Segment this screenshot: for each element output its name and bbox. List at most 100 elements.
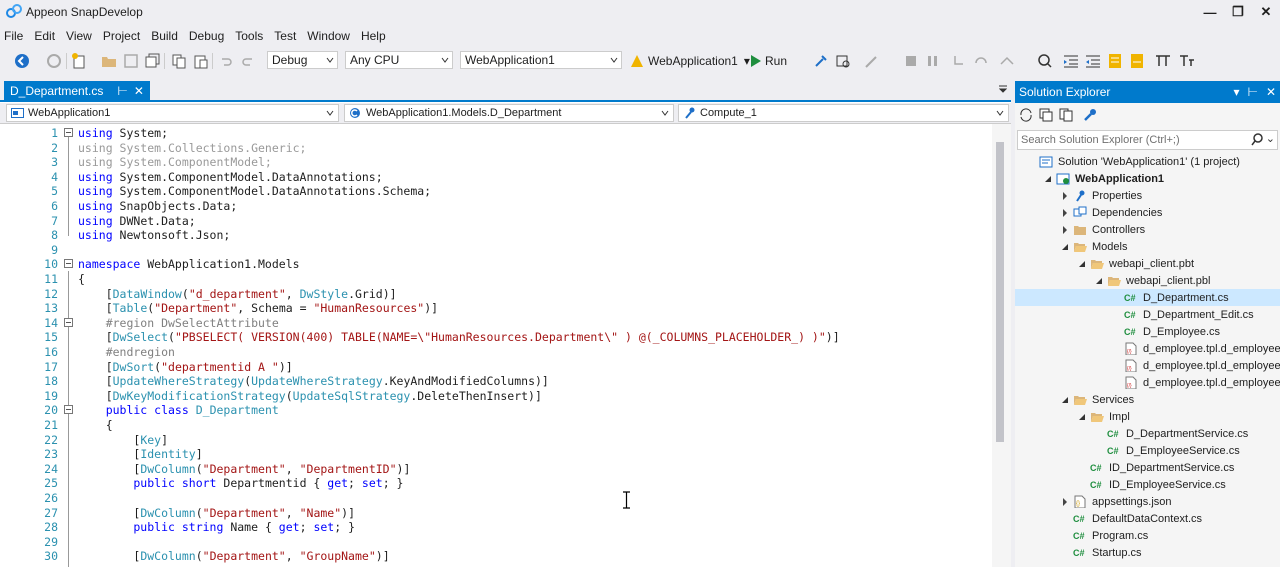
chevron-down-icon[interactable]: ⌄ — [1266, 132, 1275, 145]
code-line[interactable]: 1 using System; — [0, 126, 990, 141]
tree-node[interactable]: C# D_DepartmentService.cs — [1015, 425, 1280, 442]
expanded-arrow-icon[interactable] — [1078, 413, 1086, 421]
pause-icon[interactable] — [924, 51, 942, 71]
step-into-icon[interactable] — [950, 51, 968, 71]
code-line[interactable]: 17 [DwSort("departmentid A ")] — [0, 360, 990, 375]
code-line[interactable]: 9 — [0, 243, 990, 258]
undo-icon[interactable] — [218, 51, 234, 71]
tree-node[interactable]: webapi_client.pbt — [1015, 255, 1280, 272]
forward-icon[interactable] — [45, 51, 63, 71]
code-line[interactable]: 14 #region DwSelectAttribute — [0, 316, 990, 331]
comment-icon[interactable] — [1106, 51, 1124, 71]
outdent-icon[interactable] — [1062, 51, 1080, 71]
code-line[interactable]: 8 using Newtonsoft.Json; — [0, 228, 990, 243]
breakpoint-icon[interactable] — [1036, 51, 1054, 71]
build-icon[interactable] — [812, 51, 830, 71]
menu-edit[interactable]: Edit — [30, 26, 59, 46]
menu-test[interactable]: Test — [270, 26, 300, 46]
close-icon[interactable]: ✕ — [1266, 85, 1276, 99]
tree-node[interactable]: Impl — [1015, 408, 1280, 425]
code-line[interactable]: 30 [DwColumn("Department", "GroupName")] — [0, 549, 990, 564]
tab-overflow-icon[interactable] — [999, 85, 1007, 93]
tab-d-department[interactable]: D_Department.cs ⊢ ✕ — [4, 81, 150, 100]
configuration-select[interactable]: Debug — [267, 51, 338, 69]
collapsed-arrow-icon[interactable] — [1061, 192, 1069, 200]
project-select[interactable]: WebApplication1 — [460, 51, 622, 69]
close-icon[interactable]: ✕ — [1252, 0, 1280, 24]
paste-icon[interactable] — [192, 51, 210, 71]
tree-node[interactable]: C# ID_EmployeeService.cs — [1015, 476, 1280, 493]
collapse-icon[interactable] — [64, 405, 73, 415]
code-line[interactable]: 18 [UpdateWhereStrategy(UpdateWhereStrat… — [0, 374, 990, 389]
pin-icon[interactable]: ⊢ — [1247, 85, 1257, 99]
expanded-arrow-icon[interactable] — [1044, 175, 1052, 183]
format-icon[interactable] — [1154, 51, 1172, 71]
pin-icon[interactable]: ⊢ — [117, 84, 127, 98]
debug-tools-icon[interactable] — [860, 51, 882, 71]
code-line[interactable]: 26 — [0, 491, 990, 506]
code-line[interactable]: 2 using System.Collections.Generic; — [0, 141, 990, 156]
code-line[interactable]: 13 [Table("Department", Schema = "HumanR… — [0, 301, 990, 316]
tree-node[interactable]: C# Program.cs — [1015, 527, 1280, 544]
code-line[interactable]: 28 public string Name { get; set; } — [0, 520, 990, 535]
code-line[interactable]: 24 [DwColumn("Department", "DepartmentID… — [0, 462, 990, 477]
tree-node[interactable]: Models — [1015, 238, 1280, 255]
menu-tools[interactable]: Tools — [231, 26, 267, 46]
sync-icon[interactable] — [1019, 108, 1033, 122]
project-nav-select[interactable]: WebApplication1 — [6, 104, 339, 122]
menu-build[interactable]: Build — [147, 26, 182, 46]
collapsed-arrow-icon[interactable] — [1061, 498, 1069, 506]
code-line[interactable]: 11 { — [0, 272, 990, 287]
tree-node[interactable]: WebApplication1 — [1015, 170, 1280, 187]
menu-debug[interactable]: Debug — [185, 26, 228, 46]
save-all-icon[interactable] — [144, 51, 162, 71]
tree-node[interactable]: C# Startup.cs — [1015, 544, 1280, 561]
tree-node[interactable]: {/} d_employee.tpl.d_employee_l — [1015, 374, 1280, 391]
collapse-icon[interactable] — [64, 259, 73, 269]
collapse-icon[interactable] — [64, 128, 73, 137]
menu-view[interactable]: View — [62, 26, 96, 46]
tree-node[interactable]: {} appsettings.json — [1015, 493, 1280, 510]
class-nav-select[interactable]: WebApplication1.Models.D_Department — [344, 104, 674, 122]
expanded-arrow-icon[interactable] — [1078, 260, 1086, 268]
tree-node[interactable]: C# D_EmployeeService.cs — [1015, 442, 1280, 459]
show-all-files-icon[interactable] — [1059, 108, 1073, 122]
expanded-arrow-icon[interactable] — [1061, 396, 1069, 404]
code-line[interactable]: 6 using SnapObjects.Data; — [0, 199, 990, 214]
run-button[interactable]: Run — [765, 51, 787, 71]
tree-node[interactable]: {/} d_employee.tpl.d_employee_a — [1015, 340, 1280, 357]
tree-node[interactable]: C# D_Employee.cs — [1015, 323, 1280, 340]
copy-icon[interactable] — [170, 51, 188, 71]
menu-project[interactable]: Project — [99, 26, 144, 46]
code-line[interactable]: 21 { — [0, 418, 990, 433]
tree-node[interactable]: C# D_Department_Edit.cs — [1015, 306, 1280, 323]
code-line[interactable]: 22 [Key] — [0, 433, 990, 448]
properties-wrench-icon[interactable] — [1083, 108, 1097, 122]
code-line[interactable]: 19 [DwKeyModificationStrategy(UpdateSqlS… — [0, 389, 990, 404]
tree-node[interactable]: {/} d_employee.tpl.d_employee_l — [1015, 357, 1280, 374]
collapse-all-icon[interactable] — [1039, 108, 1053, 122]
back-icon[interactable] — [12, 51, 32, 71]
member-nav-select[interactable]: Compute_1 — [678, 104, 1009, 122]
startup-project-button[interactable]: WebApplication1 ▾ — [648, 51, 750, 71]
tree-node[interactable]: webapi_client.pbl — [1015, 272, 1280, 289]
expanded-arrow-icon[interactable] — [1061, 243, 1069, 251]
menu-help[interactable]: Help — [357, 26, 390, 46]
tree-node[interactable]: C# ID_DepartmentService.cs — [1015, 459, 1280, 476]
redo-icon[interactable] — [240, 51, 256, 71]
tree-node[interactable]: Services — [1015, 391, 1280, 408]
dropdown-arrow-icon[interactable]: ▾ — [1233, 85, 1239, 99]
scrollbar-thumb[interactable] — [996, 142, 1004, 442]
new-project-icon[interactable] — [70, 51, 88, 71]
code-line[interactable]: 29 — [0, 535, 990, 550]
tree-node[interactable]: Solution 'WebApplication1' (1 project) — [1015, 153, 1280, 170]
text-format-icon[interactable] — [1176, 51, 1198, 71]
tree-node[interactable]: C# D_Department.cs — [1015, 289, 1280, 306]
code-line[interactable]: 12 [DataWindow("d_department", DwStyle.G… — [0, 287, 990, 302]
close-tab-icon[interactable]: ✕ — [134, 84, 144, 98]
stop-icon[interactable] — [902, 51, 920, 71]
platform-select[interactable]: Any CPU — [345, 51, 453, 69]
menu-file[interactable]: File — [0, 26, 27, 46]
open-icon[interactable] — [100, 51, 118, 71]
code-area[interactable]: 1 using System; 2 using System.Collections.… — [0, 124, 992, 567]
